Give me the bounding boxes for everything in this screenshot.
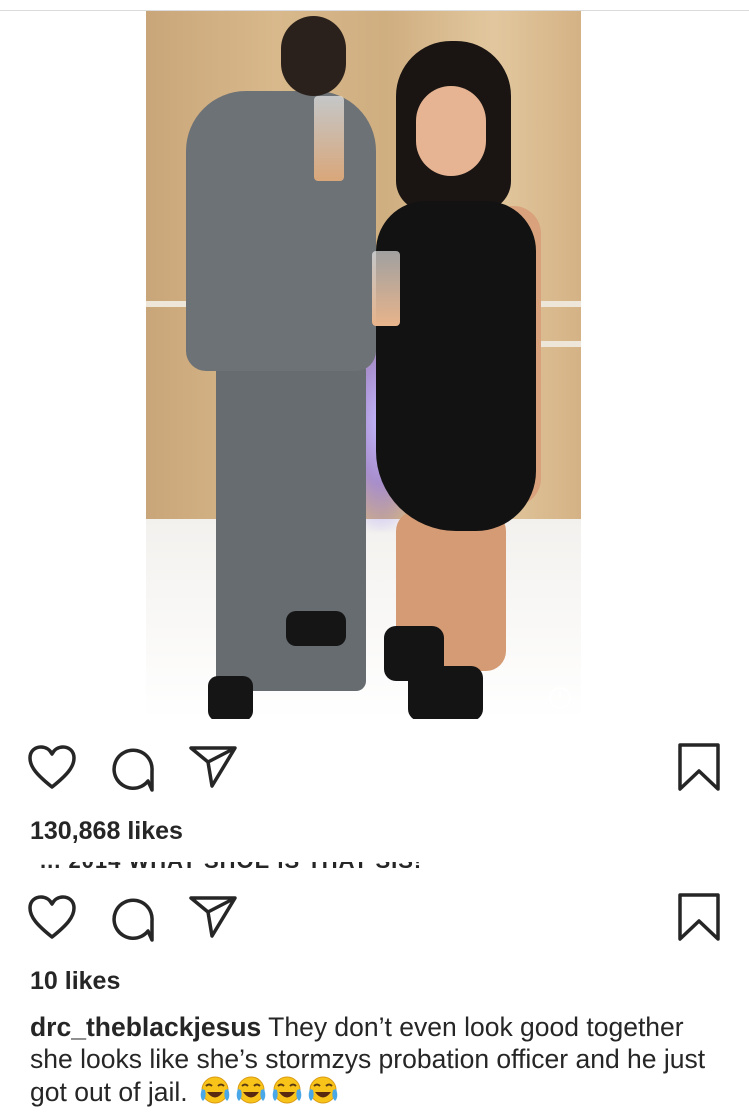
drink-glass-left [314, 96, 344, 181]
speech-bubble-icon[interactable] [108, 895, 156, 943]
repost-action-bar [0, 892, 749, 952]
face-with-tears-of-joy-icon [272, 1076, 302, 1104]
bookmark-outline-icon[interactable] [677, 892, 721, 942]
woman-face [416, 86, 486, 176]
post-action-bar [0, 742, 749, 802]
heart-outline-icon[interactable] [27, 895, 77, 941]
heart-outline-icon[interactable] [27, 745, 77, 791]
face-with-tears-of-joy-icon [308, 1076, 338, 1104]
repost-likes-count[interactable]: 10 likes [30, 967, 120, 996]
caption-username[interactable]: drc_theblackjesus [30, 1012, 261, 1042]
man-head [281, 16, 346, 96]
face-with-tears-of-joy-icon [236, 1076, 266, 1104]
woman-dress [376, 201, 536, 531]
post-photo[interactable] [146, 11, 581, 719]
speech-bubble-icon[interactable] [108, 745, 156, 793]
woman-shoe-right [408, 666, 483, 719]
likes-count[interactable]: 130,868 likes [30, 817, 183, 846]
man-shoe-right [286, 611, 346, 646]
face-with-tears-of-joy-icon [200, 1076, 230, 1104]
paper-plane-icon[interactable] [188, 745, 238, 789]
info-circle-icon [549, 687, 571, 709]
drink-glass-right [372, 251, 400, 326]
repost-caption: drc_theblackjesus They don’t even look g… [30, 1011, 710, 1108]
paper-plane-icon[interactable] [188, 895, 238, 939]
bookmark-outline-icon[interactable] [677, 742, 721, 792]
partially-hidden-comment: ... 2014 WHAT SHOE IS THAT SIS! [40, 862, 690, 872]
man-shoe-left [208, 676, 253, 719]
man-sweater [186, 91, 376, 371]
